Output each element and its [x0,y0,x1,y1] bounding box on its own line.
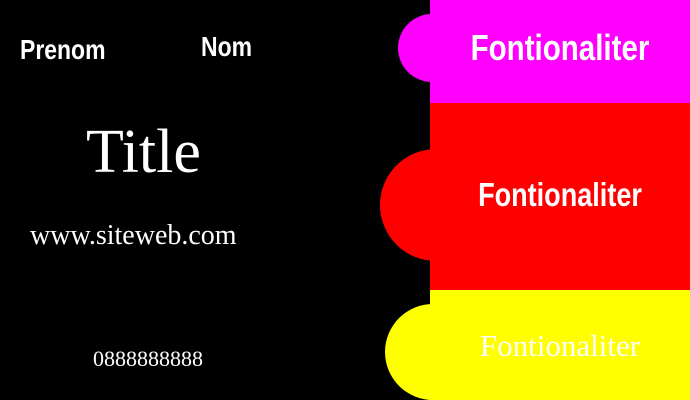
website-link[interactable]: www.siteweb.com [30,222,237,250]
tab-label-1: Fontionaliter [470,27,650,68]
first-name-label: Prenom [20,34,106,65]
phone-number: 0888888888 [93,346,203,371]
tab-fontionaliter-2[interactable]: Fontionaliter [380,103,690,290]
tab-fontionaliter-3[interactable]: Fontionaliter [385,290,690,400]
last-name-label: Nom [201,31,253,62]
tab-label-2: Fontionaliter [478,176,642,213]
tab-label-3: Fontionaliter [479,328,641,363]
business-card: Prenom Nom Title www.siteweb.com 0888888… [0,0,690,400]
card-title: Title [86,118,201,186]
tab-fontionaliter-1[interactable]: Fontionaliter [398,0,690,103]
